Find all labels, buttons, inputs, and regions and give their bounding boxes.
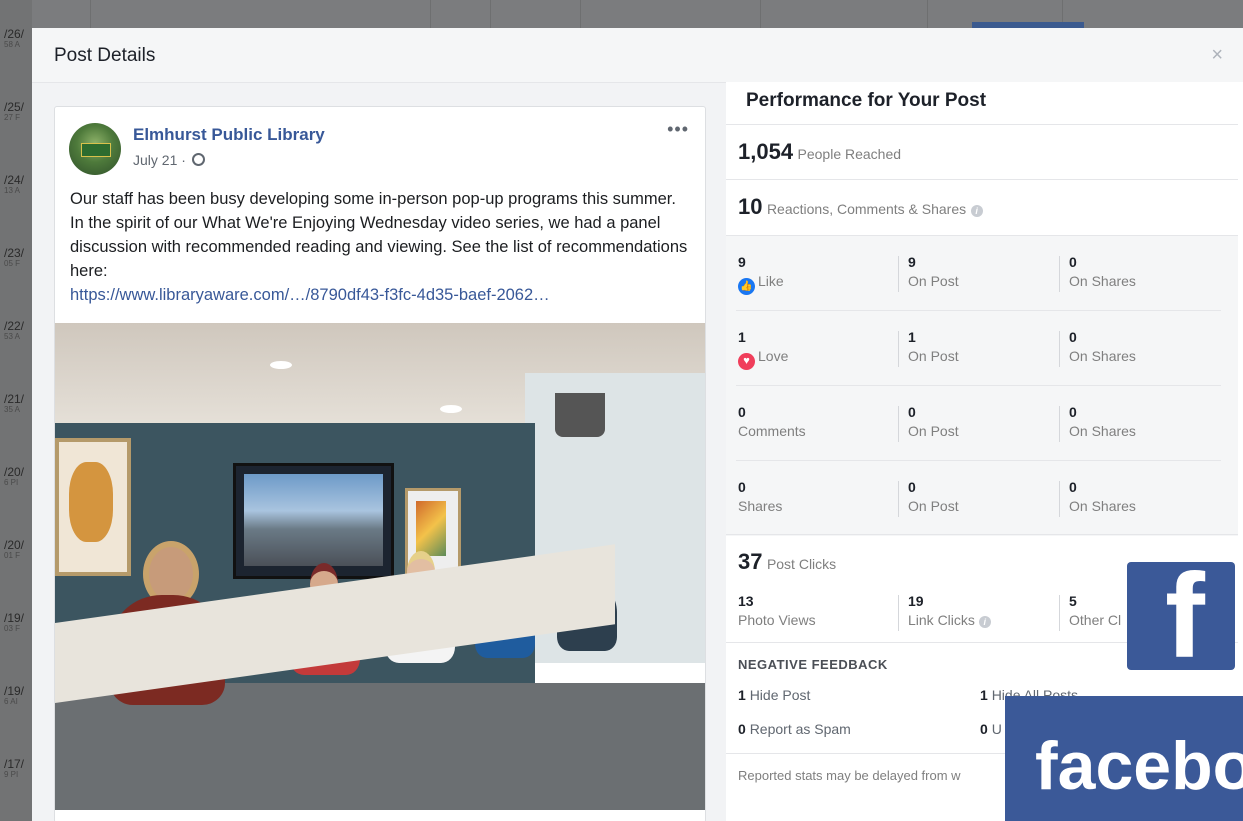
shares-on-shares-count: 0: [1069, 479, 1077, 495]
background-date: /24/13 A: [4, 173, 25, 195]
shares-label: Shares: [738, 498, 783, 514]
background-date: /20/01 F: [4, 538, 25, 560]
on-shares-label: On Shares: [1069, 423, 1136, 439]
facebook-logo-square: f: [1127, 556, 1235, 676]
unlike-stat: 0 U: [980, 721, 1002, 737]
engagement-breakdown: 9 👍 Like 9 On Post 0 On Shares 1 ♥ Love 1 On Po…: [726, 235, 1238, 536]
close-icon[interactable]: ×: [1211, 44, 1223, 67]
engagement-value: 10: [738, 194, 763, 219]
hide-post-stat: 1 Hide Post: [738, 687, 811, 703]
breakdown-row-comments: 0 Comments 0 On Post 0 On Shares: [736, 386, 1221, 461]
background-date: /19/6 AI: [4, 684, 25, 706]
photo-tv-screen: [233, 463, 394, 579]
on-shares-label: On Shares: [1069, 348, 1136, 364]
post-link[interactable]: https://www.libraryaware.com/…/8790df43-…: [70, 283, 690, 307]
photo-views-count: 13: [738, 593, 754, 609]
people-reached: 1,054 People Reached: [726, 124, 1238, 179]
post-meta: July 21 ·: [133, 152, 205, 168]
on-post-label: On Post: [908, 273, 959, 289]
shares-count: 0: [738, 479, 746, 495]
modal-title: Post Details: [54, 45, 156, 66]
other-clicks-count: 5: [1069, 593, 1077, 609]
post-body: Our staff has been busy developing some …: [70, 190, 688, 280]
like-label: Like: [758, 273, 784, 289]
background-date: /26/58 A: [4, 27, 25, 49]
performance-title: Performance for Your Post: [746, 90, 987, 111]
negative-feedback-heading: NEGATIVE FEEDBACK: [738, 657, 888, 672]
photo-wall-art: [55, 438, 131, 576]
engagement-summary: 10 Reactions, Comments & Shares i: [726, 179, 1238, 235]
love-label: Love: [758, 348, 789, 364]
background-date-column: /26/58 A/25/27 F/24/13 A/23/05 F/22/53 A…: [0, 0, 32, 821]
other-clicks-label: Other Cl: [1069, 612, 1122, 628]
background-date: /23/05 F: [4, 246, 25, 268]
photo-ceiling-light: [440, 405, 462, 413]
link-clicks-label: Link Clicks: [908, 612, 975, 628]
link-clicks-count: 19: [908, 593, 924, 609]
facebook-logo-banner: facebo: [1005, 696, 1243, 821]
breakdown-row-like: 9 👍 Like 9 On Post 0 On Shares: [736, 236, 1221, 311]
background-date: /19/03 F: [4, 611, 25, 633]
info-icon[interactable]: i: [970, 205, 983, 217]
report-spam-stat: 0 Report as Spam: [738, 721, 851, 737]
background-date: /22/53 A: [4, 319, 25, 341]
photo-pendant-lamp: [555, 393, 605, 437]
post-clicks-value: 37: [738, 549, 763, 574]
love-count: 1: [738, 329, 746, 345]
modal-header: Post Details ×: [32, 28, 1243, 83]
post-date[interactable]: July 21 ·: [133, 152, 186, 168]
love-on-post-count: 1: [908, 329, 916, 345]
background-date: /20/6 PI: [4, 465, 25, 487]
photo-ceiling-light: [270, 361, 292, 369]
breakdown-row-love: 1 ♥ Love 1 On Post 0 On Shares: [736, 311, 1221, 386]
stats-delay-note: Reported stats may be delayed from w: [738, 768, 961, 783]
post-card: Elmhurst Public Library July 21 · ••• Ou…: [54, 106, 706, 821]
page-name-link[interactable]: Elmhurst Public Library: [133, 125, 325, 145]
comments-count: 0: [738, 404, 746, 420]
like-icon: 👍: [738, 278, 755, 295]
on-post-label: On Post: [908, 348, 959, 364]
people-reached-label: People Reached: [797, 146, 902, 162]
shares-on-post-count: 0: [908, 479, 916, 495]
on-post-label: On Post: [908, 423, 959, 439]
on-post-label: On Post: [908, 498, 959, 514]
post-clicks-label: Post Clicks: [766, 556, 837, 572]
like-on-shares-count: 0: [1069, 254, 1077, 270]
comments-on-shares-count: 0: [1069, 404, 1077, 420]
people-reached-value: 1,054: [738, 139, 794, 164]
comments-on-post-count: 0: [908, 404, 916, 420]
breakdown-row-shares: 0 Shares 0 On Post 0 On Shares: [736, 461, 1221, 535]
post-text: Our staff has been busy developing some …: [70, 187, 690, 307]
post-photo[interactable]: [55, 323, 705, 810]
like-on-post-count: 9: [908, 254, 916, 270]
background-date: /25/27 F: [4, 100, 25, 122]
love-icon: ♥: [738, 353, 755, 370]
comments-label: Comments: [738, 423, 806, 439]
avatar[interactable]: [69, 123, 121, 175]
like-count: 9: [738, 254, 746, 270]
info-icon[interactable]: i: [978, 616, 991, 628]
love-on-shares-count: 0: [1069, 329, 1077, 345]
on-shares-label: On Shares: [1069, 273, 1136, 289]
background-date: /21/35 A: [4, 392, 25, 414]
engagement-label: Reactions, Comments & Shares: [766, 201, 967, 217]
background-date: /17/9 PI: [4, 757, 25, 779]
breakdown-grid: 9 👍 Like 9 On Post 0 On Shares 1 ♥ Love 1 On Po…: [726, 236, 1238, 536]
photo-views-label: Photo Views: [738, 612, 816, 628]
globe-icon: [191, 153, 205, 166]
on-shares-label: On Shares: [1069, 498, 1136, 514]
background-header-strip: [32, 0, 1243, 28]
more-icon[interactable]: •••: [667, 119, 689, 140]
